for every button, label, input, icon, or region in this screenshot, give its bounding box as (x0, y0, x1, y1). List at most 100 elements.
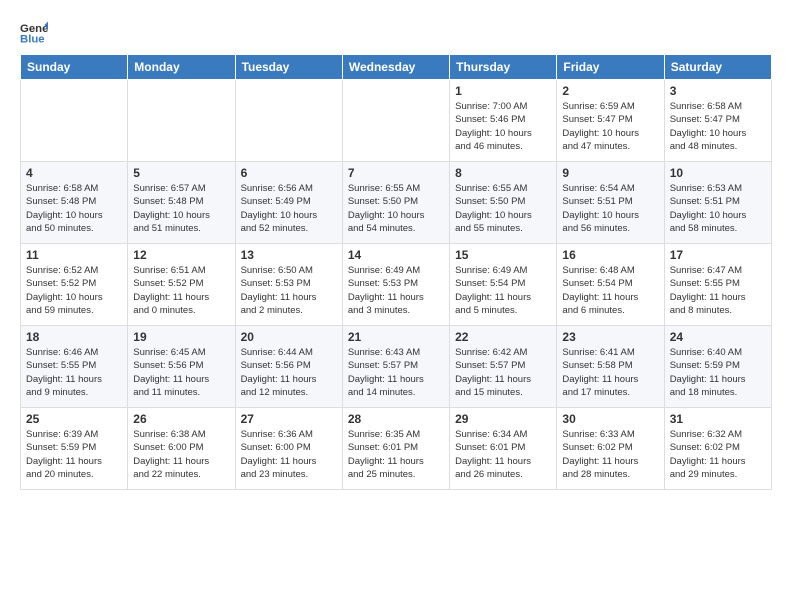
day-info: Sunrise: 6:33 AM Sunset: 6:02 PM Dayligh… (562, 428, 658, 481)
weekday-header-monday: Monday (128, 55, 235, 80)
calendar-cell (128, 80, 235, 162)
calendar-cell: 30 Sunrise: 6:33 AM Sunset: 6:02 PM Dayli… (557, 408, 664, 490)
day-number: 27 (241, 412, 337, 426)
calendar-cell: 24 Sunrise: 6:40 AM Sunset: 5:59 PM Dayli… (664, 326, 771, 408)
calendar-cell: 20Sunrise: 6:44 AM Sunset: 5:56 PM Dayli… (235, 326, 342, 408)
day-number: 17 (670, 248, 766, 262)
day-number: 4 (26, 166, 122, 180)
day-number: 26 (133, 412, 229, 426)
calendar-cell: 10 Sunrise: 6:53 AM Sunset: 5:51 PM Dayli… (664, 162, 771, 244)
calendar-cell: 26 Sunrise: 6:38 AM Sunset: 6:00 PM Dayli… (128, 408, 235, 490)
calendar-header-row: SundayMondayTuesdayWednesdayThursdayFrid… (21, 55, 772, 80)
day-info: Sunrise: 6:54 AM Sunset: 5:51 PM Dayligh… (562, 182, 658, 235)
calendar-cell: 17 Sunrise: 6:47 AM Sunset: 5:55 PM Dayli… (664, 244, 771, 326)
day-number: 16 (562, 248, 658, 262)
day-number: 3 (670, 84, 766, 98)
weekday-header-tuesday: Tuesday (235, 55, 342, 80)
day-number: 20 (241, 330, 337, 344)
day-number: 31 (670, 412, 766, 426)
day-info: Sunrise: 6:42 AM Sunset: 5:57 PM Dayligh… (455, 346, 551, 399)
day-number: 19 (133, 330, 229, 344)
calendar-cell: 23Sunrise: 6:41 AM Sunset: 5:58 PM Dayli… (557, 326, 664, 408)
calendar-week-row: 4 Sunrise: 6:58 AM Sunset: 5:48 PM Daylig… (21, 162, 772, 244)
day-number: 30 (562, 412, 658, 426)
calendar-cell: 13 Sunrise: 6:50 AM Sunset: 5:53 PM Dayli… (235, 244, 342, 326)
day-info: Sunrise: 6:32 AM Sunset: 6:02 PM Dayligh… (670, 428, 766, 481)
day-info: Sunrise: 6:45 AM Sunset: 5:56 PM Dayligh… (133, 346, 229, 399)
day-info: Sunrise: 6:48 AM Sunset: 5:54 PM Dayligh… (562, 264, 658, 317)
day-info: Sunrise: 6:34 AM Sunset: 6:01 PM Dayligh… (455, 428, 551, 481)
calendar-cell: 9Sunrise: 6:54 AM Sunset: 5:51 PM Daylig… (557, 162, 664, 244)
day-number: 8 (455, 166, 551, 180)
day-info: Sunrise: 6:57 AM Sunset: 5:48 PM Dayligh… (133, 182, 229, 235)
day-number: 1 (455, 84, 551, 98)
weekday-header-thursday: Thursday (450, 55, 557, 80)
day-number: 11 (26, 248, 122, 262)
day-info: Sunrise: 6:39 AM Sunset: 5:59 PM Dayligh… (26, 428, 122, 481)
header: General Blue (20, 18, 772, 46)
day-info: Sunrise: 6:41 AM Sunset: 5:58 PM Dayligh… (562, 346, 658, 399)
day-info: Sunrise: 6:55 AM Sunset: 5:50 PM Dayligh… (348, 182, 444, 235)
calendar-cell: 3 Sunrise: 6:58 AM Sunset: 5:47 PM Daylig… (664, 80, 771, 162)
day-info: Sunrise: 6:46 AM Sunset: 5:55 PM Dayligh… (26, 346, 122, 399)
calendar-cell: 19 Sunrise: 6:45 AM Sunset: 5:56 PM Dayli… (128, 326, 235, 408)
calendar-cell: 29 Sunrise: 6:34 AM Sunset: 6:01 PM Dayli… (450, 408, 557, 490)
day-info: Sunrise: 6:56 AM Sunset: 5:49 PM Dayligh… (241, 182, 337, 235)
day-info: Sunrise: 6:49 AM Sunset: 5:53 PM Dayligh… (348, 264, 444, 317)
day-info: Sunrise: 6:58 AM Sunset: 5:47 PM Dayligh… (670, 100, 766, 153)
calendar-cell: 1 Sunrise: 7:00 AM Sunset: 5:46 PM Daylig… (450, 80, 557, 162)
day-number: 13 (241, 248, 337, 262)
day-number: 12 (133, 248, 229, 262)
day-info: Sunrise: 7:00 AM Sunset: 5:46 PM Dayligh… (455, 100, 551, 153)
calendar-cell: 25 Sunrise: 6:39 AM Sunset: 5:59 PM Dayli… (21, 408, 128, 490)
day-info: Sunrise: 6:58 AM Sunset: 5:48 PM Dayligh… (26, 182, 122, 235)
day-number: 10 (670, 166, 766, 180)
calendar-cell: 6 Sunrise: 6:56 AM Sunset: 5:49 PM Daylig… (235, 162, 342, 244)
calendar-week-row: 18 Sunrise: 6:46 AM Sunset: 5:55 PM Dayli… (21, 326, 772, 408)
calendar-cell: 27 Sunrise: 6:36 AM Sunset: 6:00 PM Dayli… (235, 408, 342, 490)
calendar-cell: 31 Sunrise: 6:32 AM Sunset: 6:02 PM Dayli… (664, 408, 771, 490)
day-info: Sunrise: 6:38 AM Sunset: 6:00 PM Dayligh… (133, 428, 229, 481)
day-number: 18 (26, 330, 122, 344)
calendar-cell: 16 Sunrise: 6:48 AM Sunset: 5:54 PM Dayli… (557, 244, 664, 326)
calendar-cell: 28Sunrise: 6:35 AM Sunset: 6:01 PM Dayli… (342, 408, 449, 490)
calendar-cell: 8 Sunrise: 6:55 AM Sunset: 5:50 PM Daylig… (450, 162, 557, 244)
day-info: Sunrise: 6:55 AM Sunset: 5:50 PM Dayligh… (455, 182, 551, 235)
day-info: Sunrise: 6:52 AM Sunset: 5:52 PM Dayligh… (26, 264, 122, 317)
day-number: 5 (133, 166, 229, 180)
weekday-header-saturday: Saturday (664, 55, 771, 80)
day-number: 24 (670, 330, 766, 344)
day-number: 7 (348, 166, 444, 180)
day-info: Sunrise: 6:40 AM Sunset: 5:59 PM Dayligh… (670, 346, 766, 399)
day-number: 25 (26, 412, 122, 426)
day-info: Sunrise: 6:50 AM Sunset: 5:53 PM Dayligh… (241, 264, 337, 317)
calendar-cell: 21Sunrise: 6:43 AM Sunset: 5:57 PM Dayli… (342, 326, 449, 408)
day-number: 28 (348, 412, 444, 426)
calendar-week-row: 11 Sunrise: 6:52 AM Sunset: 5:52 PM Dayli… (21, 244, 772, 326)
calendar-cell: 4 Sunrise: 6:58 AM Sunset: 5:48 PM Daylig… (21, 162, 128, 244)
calendar-cell: 5 Sunrise: 6:57 AM Sunset: 5:48 PM Daylig… (128, 162, 235, 244)
weekday-header-friday: Friday (557, 55, 664, 80)
day-number: 2 (562, 84, 658, 98)
calendar-cell: 15Sunrise: 6:49 AM Sunset: 5:54 PM Dayli… (450, 244, 557, 326)
logo-icon: General Blue (20, 18, 48, 46)
day-info: Sunrise: 6:36 AM Sunset: 6:00 PM Dayligh… (241, 428, 337, 481)
page-container: General Blue SundayMondayTuesdayWednesda… (0, 0, 792, 500)
svg-text:Blue: Blue (20, 34, 45, 46)
day-number: 21 (348, 330, 444, 344)
weekday-header-sunday: Sunday (21, 55, 128, 80)
calendar-cell: 11 Sunrise: 6:52 AM Sunset: 5:52 PM Dayli… (21, 244, 128, 326)
day-number: 14 (348, 248, 444, 262)
day-info: Sunrise: 6:49 AM Sunset: 5:54 PM Dayligh… (455, 264, 551, 317)
day-number: 22 (455, 330, 551, 344)
calendar-cell (235, 80, 342, 162)
calendar-cell: 14 Sunrise: 6:49 AM Sunset: 5:53 PM Dayli… (342, 244, 449, 326)
calendar-week-row: 1 Sunrise: 7:00 AM Sunset: 5:46 PM Daylig… (21, 80, 772, 162)
day-number: 29 (455, 412, 551, 426)
day-info: Sunrise: 6:59 AM Sunset: 5:47 PM Dayligh… (562, 100, 658, 153)
day-info: Sunrise: 6:53 AM Sunset: 5:51 PM Dayligh… (670, 182, 766, 235)
day-number: 6 (241, 166, 337, 180)
day-info: Sunrise: 6:47 AM Sunset: 5:55 PM Dayligh… (670, 264, 766, 317)
calendar-cell (21, 80, 128, 162)
day-info: Sunrise: 6:51 AM Sunset: 5:52 PM Dayligh… (133, 264, 229, 317)
